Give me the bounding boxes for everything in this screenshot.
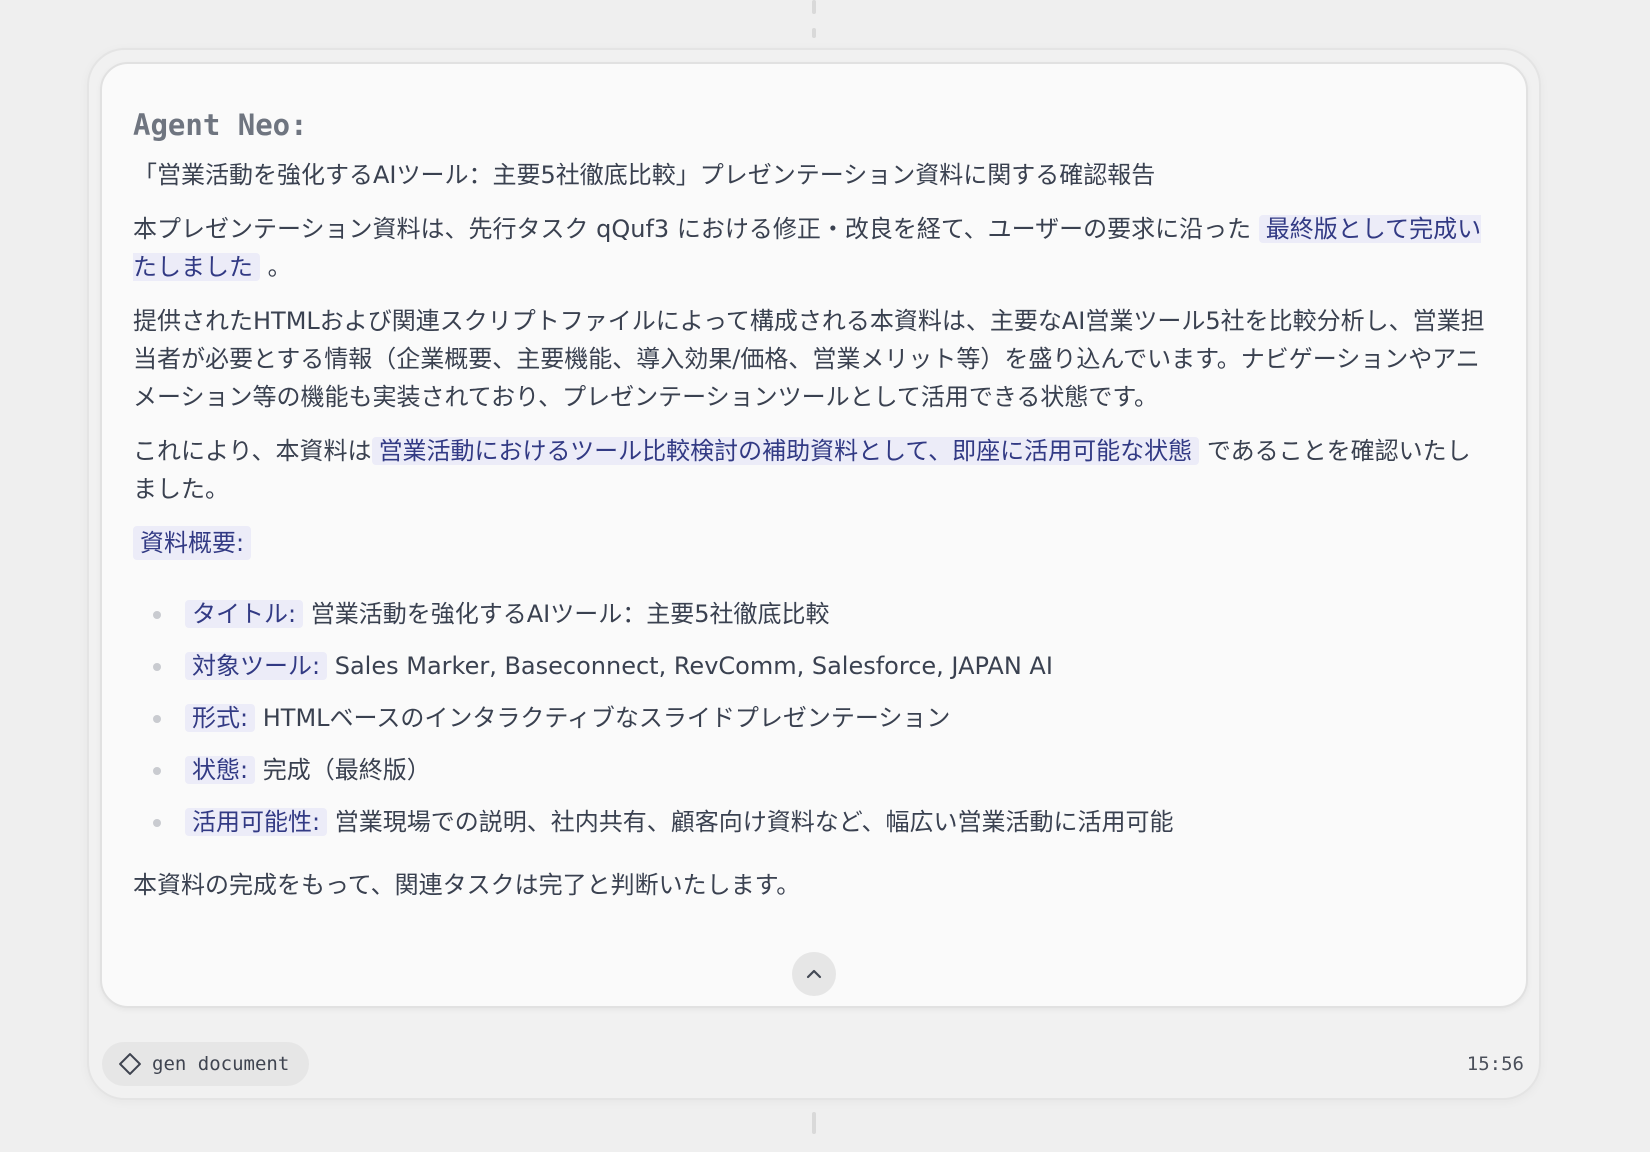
list-item: タイトル: 営業活動を強化するAIツール：主要5社徹底比較 — [153, 594, 1493, 634]
summary-list: タイトル: 営業活動を強化するAIツール：主要5社徹底比較 対象ツール: Sal… — [133, 594, 1493, 842]
thread-connector-top-2 — [812, 28, 816, 38]
paragraph-confirmation-text: これにより、本資料は — [133, 437, 372, 465]
summary-label: タイトル: — [185, 600, 304, 628]
section-header: 資料概要: — [133, 524, 1493, 560]
report-title: 「営業活動を強化するAIツール：主要5社徹底比較」プレゼンテーション資料に関する… — [133, 161, 1156, 189]
list-item: 対象ツール: Sales Marker, Baseconnect, RevCom… — [153, 646, 1493, 686]
highlight-ready-to-use: 営業活動におけるツール比較検討の補助資料として、即座に活用可能な状態 — [371, 437, 1200, 465]
summary-value: HTMLベースのインタラクティブなスライドプレゼンテーション — [262, 704, 951, 732]
list-item: 形式: HTMLベースのインタラクティブなスライドプレゼンテーション — [153, 698, 1493, 738]
message-body: Agent Neo: 「営業活動を強化するAIツール：主要5社徹底比較」プレゼン… — [133, 104, 1493, 920]
summary-label: 対象ツール: — [185, 652, 328, 680]
paragraph-description: 提供されたHTMLおよび関連スクリプトファイルによって構成される本資料は、主要な… — [133, 307, 1485, 411]
summary-label: 状態: — [185, 756, 256, 784]
collapse-button[interactable] — [792, 952, 836, 996]
thread-connector-bottom — [812, 1112, 816, 1134]
summary-value: 営業活動を強化するAIツール：主要5社徹底比較 — [310, 600, 830, 628]
paragraph-status-text: 本プレゼンテーション資料は、先行タスク qQuf3 における修正・改良を経て、ユ… — [133, 215, 1252, 243]
agent-name: Agent Neo: — [133, 108, 308, 142]
summary-label: 形式: — [185, 704, 256, 732]
list-item: 活用可能性: 営業現場での説明、社内共有、顧客向け資料など、幅広い営業活動に活用… — [153, 802, 1493, 842]
tool-label: gen document — [152, 1053, 290, 1075]
list-item: 状態: 完成（最終版） — [153, 750, 1493, 790]
summary-value: 完成（最終版） — [262, 756, 431, 784]
paragraph-status-end: 。 — [267, 253, 292, 281]
timestamp: 15:56 — [1466, 1053, 1524, 1075]
paragraph-status: 本プレゼンテーション資料は、先行タスク qQuf3 における修正・改良を経て、ユ… — [133, 210, 1493, 286]
diamond-icon — [119, 1053, 141, 1075]
thread-connector-top — [812, 0, 816, 14]
closing-text: 本資料の完成をもって、関連タスクは完了と判断いたします。 — [133, 871, 801, 899]
section-label: 資料概要: — [133, 526, 252, 560]
tool-chip[interactable]: gen document — [102, 1042, 310, 1086]
chevron-up-icon — [806, 969, 822, 979]
summary-value: Sales Marker, Baseconnect, RevComm, Sale… — [334, 652, 1053, 680]
summary-value: 営業現場での説明、社内共有、顧客向け資料など、幅広い営業活動に活用可能 — [334, 808, 1174, 836]
summary-label: 活用可能性: — [185, 808, 328, 836]
paragraph-confirmation: これにより、本資料は 営業活動におけるツール比較検討の補助資料として、即座に活用可… — [133, 432, 1493, 508]
